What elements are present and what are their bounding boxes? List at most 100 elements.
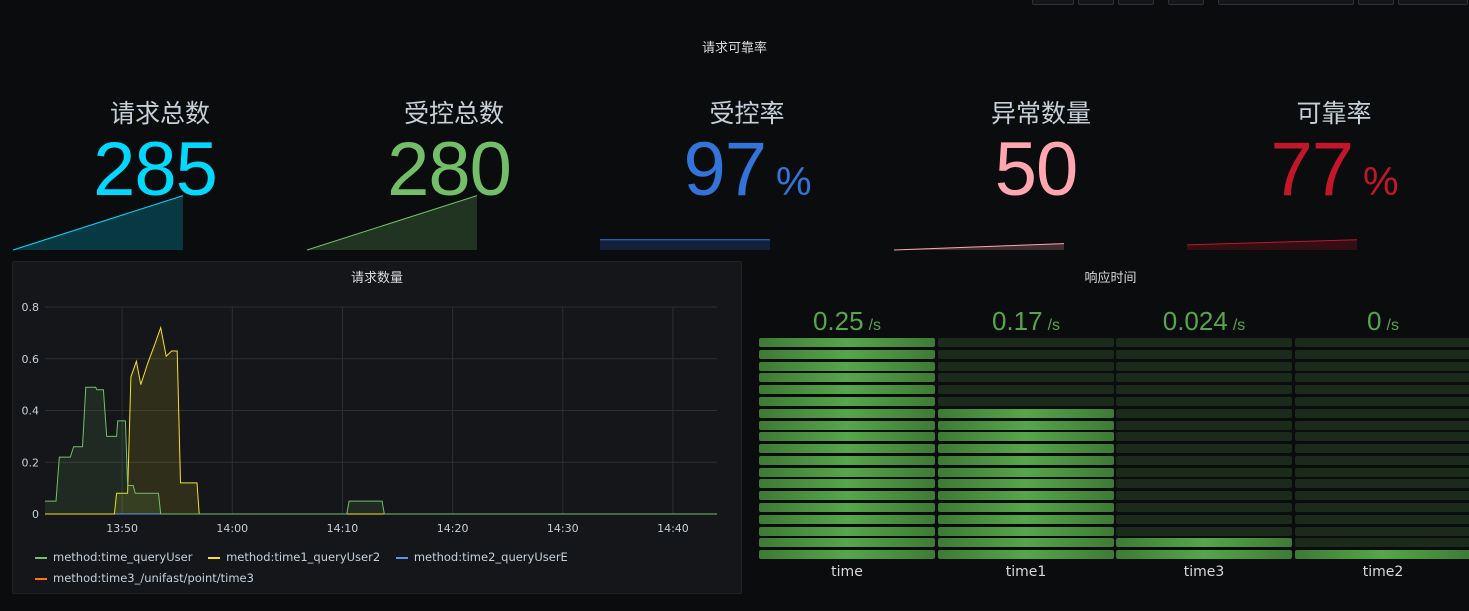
x-tick-label: 13:50 — [106, 522, 138, 535]
gauge-segment — [1295, 479, 1469, 489]
gauge-value: 0.25/s — [812, 306, 882, 336]
gauge-segment — [1295, 467, 1469, 477]
gauge-segment — [1295, 491, 1469, 501]
gauge-segment — [759, 479, 935, 489]
requests-graph-panel[interactable]: 请求数量 0 0.2 0.4 0.6 0.8 13:50 14:00 14:10 14:20 14… — [12, 261, 742, 594]
panel-title[interactable]: 响应时间 — [752, 267, 1469, 286]
refresh-button[interactable] — [1398, 0, 1468, 5]
gauge-segment — [759, 396, 935, 406]
gauge-segment — [1116, 538, 1292, 548]
requests-chart[interactable]: 0 0.2 0.4 0.6 0.8 13:50 14:00 14:10 14:20 14:30 14… — [13, 262, 741, 537]
gauge-segment — [759, 361, 935, 371]
stat-panel-ratio[interactable]: 受控率 97% — [600, 88, 894, 250]
gauge-segment — [938, 479, 1114, 489]
gauge-segment — [938, 361, 1114, 371]
x-tick-label: 14:40 — [657, 522, 689, 535]
toolbar-button[interactable] — [1358, 0, 1394, 5]
gauge-segment — [759, 420, 935, 430]
gauge-segment — [1116, 385, 1292, 395]
stat-sparkline — [893, 243, 1065, 251]
gauge-segment — [1295, 432, 1469, 442]
gauge-segment — [938, 444, 1114, 454]
gauge-segment — [759, 514, 935, 524]
gauge-segment — [759, 455, 935, 465]
legend-item[interactable]: method:time3_/unifast/point/time3 — [35, 568, 254, 589]
gauge-value: 0.17/s — [991, 306, 1061, 336]
gauge-segment — [759, 444, 935, 454]
gauge-segment — [759, 432, 935, 442]
gauge-segment — [1116, 361, 1292, 371]
gauge-segment — [938, 467, 1114, 477]
gauge-segment — [938, 503, 1114, 513]
gauge-segment — [1295, 349, 1469, 359]
gauge-segment — [1295, 538, 1469, 548]
toolbar-button[interactable] — [1078, 0, 1114, 5]
toolbar-button[interactable] — [1032, 0, 1074, 5]
series-area — [45, 327, 717, 514]
gauge-segment — [1295, 385, 1469, 395]
gauge-segment — [938, 385, 1114, 395]
y-tick-label: 0.8 — [22, 301, 40, 314]
gauge-segment — [1295, 338, 1469, 347]
gauge-segment — [1116, 467, 1292, 477]
legend-item[interactable]: method:time2_queryUserE — [395, 547, 568, 568]
row-title[interactable]: 请求可靠率 — [0, 37, 1469, 56]
gauge-segment — [1116, 479, 1292, 489]
legend-swatch — [35, 577, 47, 580]
gauge-segment — [1295, 514, 1469, 524]
x-tick-label: 14:30 — [547, 522, 579, 535]
gauge-segment — [759, 349, 935, 359]
gauge-segment — [1116, 408, 1292, 418]
legend-item[interactable]: method:time1_queryUser2 — [208, 547, 380, 568]
gauge-segment — [938, 514, 1114, 524]
gauge-segment — [938, 373, 1114, 383]
gauge-segment — [1116, 526, 1292, 536]
gauge-segment — [1295, 455, 1469, 465]
gauge-segment — [759, 503, 935, 513]
gauge-segment — [938, 550, 1114, 560]
stat-sparkline — [306, 195, 478, 251]
stat-panel-rel[interactable]: 可靠率 77% — [1186, 88, 1469, 250]
gauge-segment — [1295, 550, 1469, 560]
time-range-picker[interactable] — [1218, 0, 1354, 5]
gauge-segment — [1116, 514, 1292, 524]
toolbar-button[interactable] — [1118, 0, 1154, 5]
stat-label: 受控总数 — [403, 99, 504, 128]
gauge-segment — [1295, 361, 1469, 371]
legend-swatch — [208, 556, 221, 559]
gauge-segment — [1116, 491, 1292, 501]
gauge-segment — [1116, 420, 1292, 430]
sparkline-area — [600, 239, 770, 250]
gauge-name: time1 — [1005, 564, 1047, 580]
gauge-segment — [938, 349, 1114, 359]
sparkline-area — [1187, 239, 1357, 250]
gauge-segment — [759, 550, 935, 560]
gauge-segment — [938, 538, 1114, 548]
gauge-name: time — [831, 564, 863, 580]
stat-sparkline — [12, 195, 184, 251]
gauge-name: time2 — [1362, 564, 1404, 580]
gauge-segment — [759, 338, 935, 347]
y-tick-label: 0 — [32, 508, 39, 521]
stat-label: 请求总数 — [109, 99, 210, 128]
gauge-segment — [1116, 503, 1292, 513]
gauge-segment — [1116, 444, 1292, 454]
stat-panel-total[interactable]: 请求总数 285 — [12, 88, 307, 251]
y-tick-label: 0.6 — [22, 353, 40, 366]
legend-item[interactable]: method:time_queryUser — [35, 547, 192, 568]
gauge-segment — [1295, 373, 1469, 383]
gauge-segment — [1295, 408, 1469, 418]
toolbar-button[interactable] — [1168, 0, 1204, 5]
y-tick-label: 0.4 — [22, 405, 40, 418]
stat-label: 可靠率 — [1296, 99, 1372, 128]
gauge-segment — [759, 385, 935, 395]
gauge-segment — [759, 467, 935, 477]
stat-panel-errors[interactable]: 异常数量 50 — [893, 88, 1188, 251]
stat-sparkline — [1186, 239, 1358, 250]
stat-panel-ctrl[interactable]: 受控总数 280 — [306, 88, 601, 251]
gauge-segment — [938, 432, 1114, 442]
gauge-value: 0.024/s — [1162, 306, 1246, 336]
gauge-segment — [938, 396, 1114, 406]
response-time-panel[interactable]: 响应时间 0.25/s time 0.17/s time1 0.024/s ti… — [752, 262, 1469, 592]
gauge-segment — [1295, 503, 1469, 513]
